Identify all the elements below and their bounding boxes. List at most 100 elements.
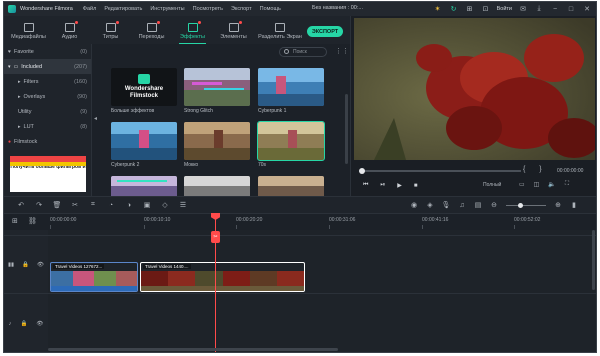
redo-icon[interactable]: ↷ (30, 201, 48, 209)
eye-icon[interactable]: 👁 (36, 321, 43, 327)
tab-audio[interactable]: Аудио (49, 18, 90, 44)
sun-icon[interactable]: ✶ (433, 4, 443, 14)
clip-title: Travel Videos 1440.... (143, 264, 191, 269)
sidebar-item-label: Favorite (13, 48, 34, 55)
sidebar-item-included[interactable]: ▾ ▭ Included (207) (4, 59, 91, 74)
speed-icon[interactable]: ◔ (102, 202, 120, 209)
effect-thumbnail[interactable] (184, 176, 250, 196)
tab-elements[interactable]: Элементы (213, 18, 254, 44)
zoom-in-icon[interactable]: ⊕ (550, 201, 566, 209)
sidebar-item-utility[interactable]: Utility (9) (4, 104, 91, 119)
timeline-vertical-scrollbar[interactable] (592, 230, 595, 290)
fullscreen-icon[interactable]: ⛶ (565, 181, 569, 188)
tab-effects[interactable]: Эффекты (172, 18, 213, 44)
audio-mixer-icon[interactable]: ☰ (174, 201, 192, 209)
monitor-icon[interactable]: ▭ (519, 181, 525, 188)
voiceover-icon[interactable]: ♫ (454, 202, 470, 209)
export-button[interactable]: ЭКСПОРТ (307, 26, 343, 37)
timeline-settings-icon[interactable]: ▮ (566, 201, 582, 209)
maximize-icon[interactable]: □ (566, 4, 576, 14)
delete-icon[interactable]: 🗑 (48, 201, 66, 209)
zoom-out-icon[interactable]: ⊖ (486, 201, 502, 209)
strong-glitch-preview (184, 68, 250, 106)
eye-icon[interactable]: 👁 (37, 262, 44, 268)
zoom-slider[interactable] (506, 202, 546, 208)
volume-icon[interactable]: 🔈 (548, 181, 555, 188)
audio-lane[interactable] (48, 294, 596, 352)
ruler-time: 00:00:10:10 (144, 217, 171, 223)
download-icon[interactable]: ⤓ (534, 4, 544, 14)
add-track-icon[interactable]: ⊞ (12, 217, 18, 225)
effect-thumbnail[interactable] (111, 176, 177, 196)
sidebar-item-filters[interactable]: ▸ Filters (160) (4, 74, 91, 89)
quality-dropdown[interactable]: Полный (483, 182, 501, 188)
preview-scrubber-knob[interactable] (359, 168, 365, 174)
cart-icon[interactable]: ⊞ (465, 4, 475, 14)
media-scrollbar[interactable] (345, 94, 348, 164)
video-lane[interactable]: Travel Videos 127672... Travel Videos 14… (48, 236, 596, 294)
undo-icon[interactable]: ↶ (12, 201, 30, 209)
effect-thumbnail[interactable] (184, 68, 250, 106)
keyframe-icon[interactable]: ◇ (156, 201, 174, 209)
effect-thumbnail[interactable] (258, 68, 324, 106)
minimize-icon[interactable]: − (550, 4, 560, 14)
crop-icon[interactable]: ⌗ (84, 201, 102, 209)
filmstock-ad-banner[interactable]: Получить больше фильтров и (10, 156, 86, 192)
screen-icon[interactable]: ▤ (470, 201, 486, 209)
green-screen-icon[interactable]: ▣ (138, 201, 156, 209)
effect-thumbnail[interactable] (111, 122, 177, 160)
tab-split-screen[interactable]: Разделить Экран (254, 18, 306, 44)
sidebar-item-filmstock[interactable]: ● Filmstock (4, 134, 91, 149)
menu-item-edit[interactable]: Редактировать (104, 6, 142, 12)
marker-icon[interactable]: ◈ (422, 201, 438, 209)
cut-icon[interactable]: ✂ (66, 201, 84, 209)
sidebar-item-favorite[interactable]: ♥ Favorite (0) (4, 44, 91, 59)
timeline-ruler[interactable]: ⊞ ⛓ 00:00:00:00 00:00:10:10 00:00:20:20 … (4, 214, 596, 230)
timeline-clip[interactable]: Travel Videos 127672... (50, 262, 138, 292)
login-button[interactable]: Войти (497, 6, 512, 12)
color-icon[interactable]: ◑ (120, 202, 138, 209)
playhead-scissors-icon[interactable]: ✂ (211, 231, 220, 243)
in-out-markers[interactable]: { } (523, 166, 548, 173)
effect-thumbnail[interactable] (257, 121, 325, 161)
menu-item-view[interactable]: Посмотреть (193, 6, 223, 12)
search-input[interactable]: Поиск (279, 47, 327, 57)
play-icon[interactable]: ▶ (397, 182, 402, 189)
more-effects-tile[interactable]: Wondershare Filmstock (111, 68, 177, 106)
preview-progress-bar[interactable] (361, 170, 521, 172)
timeline-clip-selected[interactable]: Travel Videos 1440.... (140, 262, 305, 292)
effect-thumbnail[interactable] (258, 176, 324, 196)
collapse-sidebar-icon[interactable]: ◂ (94, 115, 98, 123)
tab-transitions[interactable]: Переходы (131, 18, 172, 44)
gift-icon[interactable]: ⊡ (481, 4, 491, 14)
grid-view-icon[interactable]: ⋮⋮ (335, 48, 349, 56)
menu-item-file[interactable]: Файл (83, 6, 97, 12)
lock-icon[interactable]: 🔒 (22, 262, 29, 268)
preview-timecode: 00:00:00:00 (557, 168, 584, 174)
previous-frame-icon[interactable]: ⏮ (363, 182, 368, 189)
close-icon[interactable]: ✕ (582, 4, 592, 14)
sidebar-item-overlays[interactable]: ▸ Overlays (90) (4, 89, 91, 104)
menu-item-export[interactable]: Экспорт (231, 6, 252, 12)
ad-text: Получить больше фильтров и (10, 164, 86, 170)
search-placeholder: Поиск (293, 49, 307, 55)
snapshot-icon[interactable]: ◫ (534, 181, 540, 188)
tab-media[interactable]: Медиафайлы (8, 18, 49, 44)
mocha-preview (184, 122, 250, 160)
effect-thumbnail[interactable] (184, 122, 250, 160)
tab-titles[interactable]: Титры (90, 18, 131, 44)
mic-icon[interactable]: 🎙 (438, 201, 454, 209)
timeline-horizontal-scrollbar[interactable] (48, 348, 338, 351)
menu-item-tools[interactable]: Инструменты (150, 6, 184, 12)
lock-icon[interactable]: 🔒 (20, 321, 27, 327)
refresh-icon[interactable]: ↻ (449, 4, 459, 14)
mail-icon[interactable]: ✉ (518, 4, 528, 14)
menu-item-help[interactable]: Помощь (260, 6, 281, 12)
link-icon[interactable]: ⛓ (28, 217, 37, 225)
ruler-time: 00:00:52:02 (514, 217, 541, 223)
render-icon[interactable]: ◉ (406, 201, 422, 209)
sidebar-item-lut[interactable]: ▸ LUT (8) (4, 119, 91, 134)
play-pause-icon[interactable]: ⏯ (380, 182, 385, 189)
preview-panel: { } 00:00:00:00 ⏮ ⏯ ▶ ■ Полный ▭ ◫ 🔈 ⛶ (350, 16, 596, 196)
stop-icon[interactable]: ■ (414, 183, 418, 189)
